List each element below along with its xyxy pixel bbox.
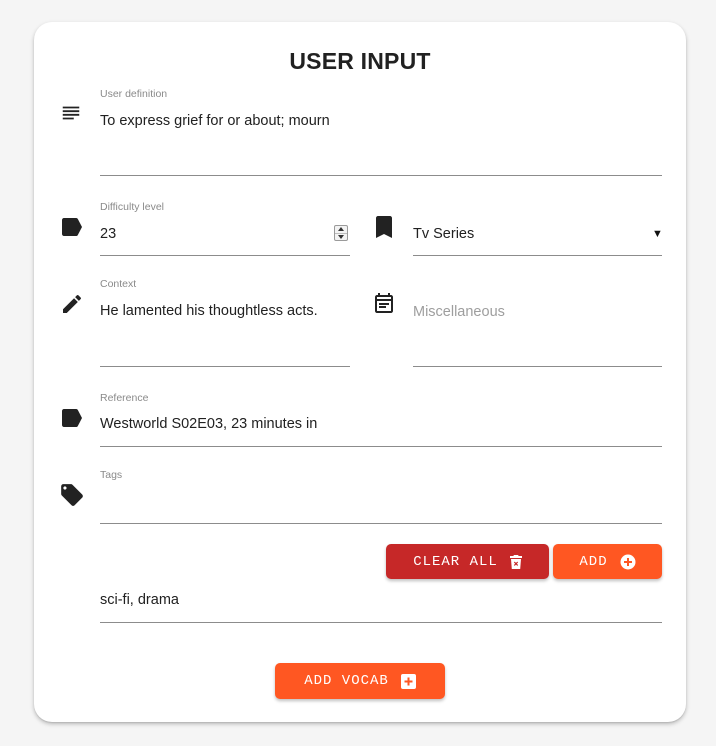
calendar-icon <box>372 291 396 315</box>
definition-underline <box>100 175 662 176</box>
stepper-down-arrow[interactable] <box>335 233 347 240</box>
tag-icon <box>59 482 85 508</box>
difficulty-input[interactable]: 23 <box>100 226 116 242</box>
media-type-select[interactable]: Tv Series <box>413 226 474 242</box>
trash-icon <box>509 554 522 569</box>
reference-underline <box>100 446 662 447</box>
media-type-underline <box>413 255 662 256</box>
definition-input[interactable]: To express grief for or about; mourn <box>100 113 330 129</box>
reference-label: Reference <box>100 392 149 404</box>
difficulty-stepper[interactable] <box>334 225 348 241</box>
tag-list: sci-fi, drama <box>100 592 179 608</box>
tags-label: Tags <box>100 469 123 481</box>
add-tag-button[interactable]: ADD <box>553 544 662 579</box>
label-icon <box>60 408 84 428</box>
tags-input[interactable] <box>100 494 660 514</box>
dropdown-arrow-icon[interactable]: ▼ <box>652 228 663 240</box>
difficulty-label: Difficulty level <box>100 201 164 213</box>
add-tag-label: ADD <box>579 553 608 570</box>
form-title: USER INPUT <box>289 48 431 74</box>
bookmark-icon <box>374 215 394 239</box>
user-input-card: USER INPUT User definition To express gr… <box>34 22 686 722</box>
context-underline <box>100 366 350 367</box>
tag-list-underline <box>100 622 662 623</box>
add-box-icon <box>400 673 416 689</box>
context-label: Context <box>100 278 137 290</box>
clear-all-button[interactable]: CLEAR ALL <box>386 544 549 579</box>
pencil-icon <box>60 292 84 316</box>
clear-all-label: CLEAR ALL <box>413 553 498 570</box>
tags-underline <box>100 523 662 524</box>
context-input[interactable]: He lamented his thoughtless acts. <box>100 303 318 319</box>
miscellaneous-input[interactable]: Miscellaneous <box>413 304 505 320</box>
miscellaneous-underline <box>413 366 662 367</box>
add-vocab-button[interactable]: ADD VOCAB <box>275 663 445 699</box>
add-vocab-label: ADD VOCAB <box>304 673 389 689</box>
label-icon <box>60 217 84 237</box>
difficulty-underline <box>100 255 350 256</box>
add-circle-icon <box>620 554 636 570</box>
definition-label: User definition <box>100 88 168 100</box>
notes-icon <box>60 102 82 124</box>
reference-input[interactable]: Westworld S02E03, 23 minutes in <box>100 416 317 432</box>
